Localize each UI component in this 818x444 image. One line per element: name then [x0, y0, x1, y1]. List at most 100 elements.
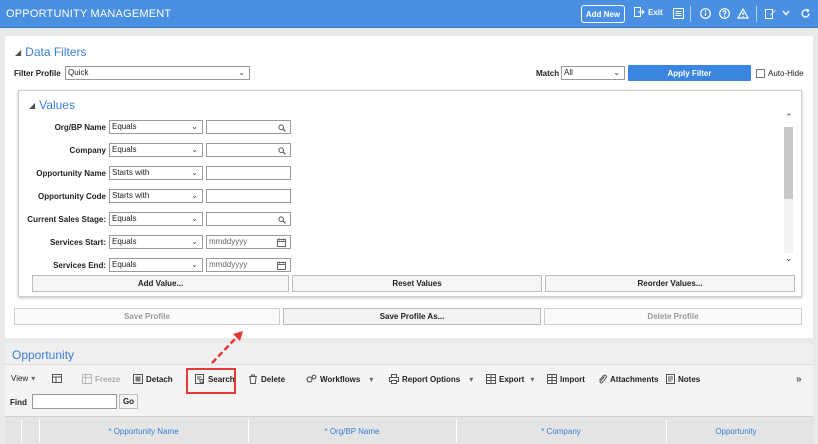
save-profile-as-button[interactable]: Save Profile As...	[283, 308, 541, 325]
auto-hide-checkbox[interactable]	[756, 69, 765, 78]
chevron-down-icon: ⌄	[191, 237, 198, 246]
detach-button[interactable]: Detach	[133, 374, 173, 384]
chevron-down-icon: ⌄	[191, 122, 198, 131]
view-label: View	[11, 374, 29, 383]
scroll-up-icon[interactable]: ⌃	[785, 112, 793, 123]
apply-filter-button[interactable]: Apply Filter	[628, 65, 751, 81]
exit-label: Exit	[648, 7, 663, 17]
save-profile-button[interactable]: Save Profile	[14, 308, 280, 325]
column-opportunity-name[interactable]: * Opportunity Name	[39, 427, 248, 436]
trash-icon	[249, 374, 257, 384]
reorder-values-button[interactable]: Reorder Values...	[545, 275, 795, 292]
opportunity-code-operator: Starts with	[112, 191, 150, 200]
edit-icon[interactable]	[763, 6, 777, 20]
opportunity-code-operator-select[interactable]: Starts with ⌄	[109, 189, 203, 203]
data-filters-header[interactable]: ◢ Data Filters	[15, 45, 87, 59]
import-button[interactable]: Import	[547, 374, 585, 384]
opportunity-toolbar: View ▾ Freeze Detach Search Delete Workf…	[5, 369, 813, 389]
calendar-icon[interactable]	[277, 261, 286, 270]
opportunity-name-label: Opportunity Name	[36, 169, 106, 178]
workflows-label: Workflows	[320, 374, 361, 384]
notes-button[interactable]: Notes	[666, 374, 700, 384]
search-icon[interactable]	[278, 124, 286, 132]
chevron-down-icon: ⌄	[238, 68, 245, 77]
match-value: All	[564, 68, 573, 77]
search-icon[interactable]	[278, 147, 286, 155]
filter-profile-value: Quick	[68, 68, 89, 77]
gears-icon	[306, 374, 317, 383]
exit-button[interactable]: Exit	[634, 7, 663, 17]
column-org-bp-name[interactable]: * Org/BP Name	[248, 427, 456, 436]
search-icon[interactable]	[278, 216, 286, 224]
info-icon[interactable]	[698, 6, 712, 20]
exit-icon	[634, 7, 645, 17]
warning-icon[interactable]	[736, 6, 750, 20]
opportunity-code-input[interactable]	[206, 189, 291, 203]
delete-profile-button[interactable]: Delete Profile	[544, 308, 802, 325]
chevron-down-icon: ⌄	[191, 214, 198, 223]
current-sales-stage-input[interactable]	[206, 212, 291, 226]
services-start-input[interactable]: mmddyyyy	[206, 235, 291, 249]
opportunity-name-operator: Starts with	[112, 168, 150, 177]
export-menu[interactable]: Export ▾	[486, 374, 534, 384]
title-bar: OPPORTUNITY MANAGEMENT Add New Exit	[0, 0, 818, 28]
detach-icon	[133, 374, 143, 384]
services-start-operator-select[interactable]: Equals ⌄	[109, 235, 203, 249]
services-start-label: Services Start:	[49, 238, 106, 247]
current-sales-stage-operator: Equals	[112, 214, 137, 223]
values-scrollbar[interactable]: ⌃ ⌄	[783, 112, 795, 264]
chevron-down-icon: ⌄	[191, 168, 198, 177]
org-bp-name-input[interactable]	[206, 120, 291, 134]
caret-down-icon: ▾	[530, 374, 535, 384]
freeze-button[interactable]: Freeze	[82, 374, 120, 384]
values-title: Values	[39, 98, 75, 112]
filter-profile-label: Filter Profile	[14, 69, 61, 78]
calendar-icon[interactable]	[277, 238, 286, 247]
help-icon[interactable]	[717, 6, 731, 20]
services-end-input[interactable]: mmddyyyy	[206, 258, 291, 272]
column-company[interactable]: * Company	[456, 427, 666, 436]
company-operator-select[interactable]: Equals ⌄	[109, 143, 203, 157]
delete-button[interactable]: Delete	[248, 374, 285, 384]
import-icon	[547, 374, 557, 384]
reset-values-button[interactable]: Reset Values	[292, 275, 542, 292]
company-input[interactable]	[206, 143, 291, 157]
report-options-menu[interactable]: Report Options ▾	[389, 374, 473, 384]
import-label: Import	[560, 374, 585, 384]
view-menu[interactable]: View ▾	[11, 374, 35, 383]
chevron-down-icon: ⌄	[613, 68, 620, 77]
export-icon	[486, 374, 496, 384]
data-filters-panel: ◢ Data Filters Filter Profile Quick ⌄ Ma…	[5, 36, 813, 338]
opportunity-panel: Opportunity View ▾ Freeze Detach Search …	[5, 343, 813, 444]
add-value-button[interactable]: Add Value...	[32, 275, 289, 292]
column-opportunity[interactable]: Opportunity	[666, 427, 806, 436]
data-filters-title: Data Filters	[25, 45, 87, 59]
notes-icon	[666, 374, 675, 384]
find-input[interactable]	[32, 394, 117, 409]
services-end-operator-select[interactable]: Equals ⌄	[109, 258, 203, 272]
match-select[interactable]: All ⌄	[561, 66, 625, 80]
refresh-icon[interactable]	[798, 6, 812, 20]
opportunity-name-input[interactable]	[206, 166, 291, 180]
more-toolbar-button[interactable]: »	[796, 374, 802, 385]
values-header[interactable]: ◢ Values	[29, 98, 75, 112]
add-new-button[interactable]: Add New	[581, 5, 625, 23]
caret-down-icon: ▾	[369, 374, 374, 384]
chevron-down-icon: ⌄	[191, 145, 198, 154]
workflows-menu[interactable]: Workflows ▾	[306, 374, 373, 384]
services-start-placeholder: mmddyyyy	[209, 237, 248, 246]
scroll-thumb[interactable]	[784, 127, 793, 199]
current-sales-stage-operator-select[interactable]: Equals ⌄	[109, 212, 203, 226]
filter-profile-select[interactable]: Quick ⌄	[65, 66, 250, 80]
org-bp-name-operator-select[interactable]: Equals ⌄	[109, 120, 203, 134]
attachments-button[interactable]: Attachments	[598, 374, 658, 384]
chevron-down-icon[interactable]	[779, 6, 793, 20]
list-icon[interactable]	[671, 6, 685, 20]
column-chooser-button[interactable]	[52, 374, 63, 384]
go-button[interactable]: Go	[119, 394, 138, 409]
opportunity-name-operator-select[interactable]: Starts with ⌄	[109, 166, 203, 180]
collapse-triangle-icon: ◢	[15, 47, 22, 57]
scroll-down-icon[interactable]: ⌄	[785, 253, 793, 264]
attachments-label: Attachments	[610, 374, 659, 384]
opportunity-code-label: Opportunity Code	[38, 192, 106, 201]
